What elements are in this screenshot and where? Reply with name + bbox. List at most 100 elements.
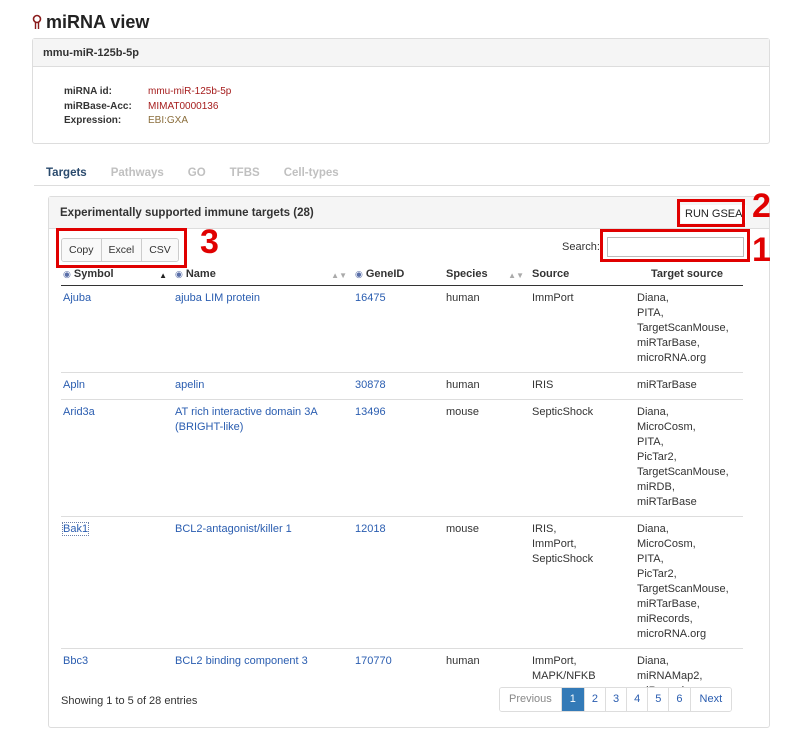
target-source-cell: Diana, MicroCosm, PITA, PicTar2, TargetS… — [635, 398, 743, 516]
column-filter-icon: ◉ — [175, 269, 183, 280]
previous-page-button[interactable]: Previous — [500, 688, 562, 711]
column-header-source[interactable]: Source — [530, 265, 635, 286]
target-source-entry: miRecords, — [637, 612, 693, 625]
mirbase-acc-row: miRBase-Acc: MIMAT0000136 — [64, 100, 231, 115]
source-entry: ImmPort, — [532, 654, 577, 667]
target-source-entry: miRDB, — [637, 480, 675, 493]
page-button-1[interactable]: 1 — [561, 688, 585, 711]
tab-tfbs[interactable]: TFBS — [218, 158, 272, 185]
tab-targets[interactable]: Targets — [34, 158, 99, 185]
page-button-2[interactable]: 2 — [584, 688, 607, 711]
name-link[interactable]: AT rich interactive domain 3A (BRIGHT-li… — [175, 406, 317, 433]
annotation-number-3: 3 — [200, 223, 219, 261]
targets-heading: Experimentally supported immune targets … — [49, 197, 769, 229]
search-input[interactable] — [607, 237, 744, 257]
annotation-number-2: 2 — [752, 187, 771, 225]
copy-button[interactable]: Copy — [62, 239, 102, 261]
mirna-id-value: mmu-miR-125b-5p — [148, 86, 232, 97]
page-title-text: miRNA view — [46, 11, 150, 32]
geneid-link[interactable]: 12018 — [355, 523, 386, 535]
column-filter-icon: ◉ — [355, 269, 363, 280]
mirbase-acc-label: miRBase-Acc: — [64, 100, 132, 112]
name-link[interactable]: apelin — [175, 379, 204, 391]
target-source-entry: microRNA.org — [637, 351, 707, 364]
table-row: Ajuba ajuba LIM protein 16475 human ImmP… — [61, 285, 743, 372]
source-entry: MAPK/NFKB — [532, 669, 596, 682]
symbol-link[interactable]: Ajuba — [63, 292, 91, 304]
tab-pathways[interactable]: Pathways — [99, 158, 176, 185]
column-label: Species — [446, 268, 488, 281]
targets-table: ◉ Symbol ▲ ◉ Name ▲▼ ◉ GeneID Species ▲▼ So… — [61, 265, 743, 705]
geneid-link[interactable]: 16475 — [355, 292, 386, 304]
page-button-6[interactable]: 6 — [669, 688, 691, 711]
source-entry: IRIS — [532, 378, 554, 391]
target-source-entry: MicroCosm, — [637, 420, 696, 433]
expression-value[interactable]: EBI:GXA — [148, 114, 188, 129]
column-label: Symbol — [73, 268, 114, 281]
target-source-entry: MicroCosm, — [637, 537, 696, 550]
geneid-link[interactable]: 170770 — [355, 655, 392, 667]
targets-panel: Experimentally supported immune targets … — [48, 196, 770, 728]
page-button-5[interactable]: 5 — [648, 688, 670, 711]
species-cell: human — [444, 371, 530, 399]
species-cell: mouse — [444, 515, 530, 648]
target-source-entry: miRTarBase, — [637, 597, 700, 610]
source-cell: SepticShock — [530, 398, 635, 516]
name-link[interactable]: BCL2 binding component 3 — [175, 655, 308, 667]
mirna-id-label: miRNA id: — [64, 86, 112, 97]
column-filter-icon: ◉ — [63, 269, 71, 280]
sort-ascending-icon: ▲ — [159, 271, 167, 281]
target-source-entry: PITA, — [637, 552, 664, 565]
sort-both-icon: ▲▼ — [331, 271, 347, 281]
next-page-button[interactable]: Next — [690, 688, 732, 711]
page-button-3[interactable]: 3 — [606, 688, 628, 711]
page-title: miRNA view — [32, 10, 149, 34]
column-header-species[interactable]: Species ▲▼ — [444, 265, 530, 286]
mirna-details: miRNA id: mmu-miR-125b-5p miRBase-Acc: M… — [64, 85, 231, 129]
target-source-entry: miRTarBase — [637, 495, 697, 508]
table-row: Bak1 BCL2-antagonist/killer 1 12018 mous… — [61, 515, 743, 648]
species-cell: human — [446, 291, 480, 304]
column-label: Name — [185, 268, 216, 281]
column-header-name[interactable]: ◉ Name ▲▼ — [173, 265, 353, 286]
source-entry: ImmPort, — [532, 537, 577, 550]
csv-button[interactable]: CSV — [142, 239, 178, 261]
sort-both-icon: ▲▼ — [508, 271, 524, 281]
expression-label: Expression: — [64, 115, 122, 126]
mirna-id-row: miRNA id: mmu-miR-125b-5p — [64, 85, 231, 100]
tab-go[interactable]: GO — [176, 158, 218, 185]
geneid-link[interactable]: 30878 — [355, 379, 386, 391]
name-link[interactable]: BCL2-antagonist/killer 1 — [175, 523, 292, 535]
symbol-link[interactable]: Bbc3 — [63, 655, 88, 667]
target-source-entry: PITA, — [637, 306, 664, 319]
tab-cell-types[interactable]: Cell-types — [272, 158, 351, 185]
table-header-row: ◉ Symbol ▲ ◉ Name ▲▼ ◉ GeneID Species ▲▼ So… — [61, 265, 743, 286]
target-source-entry: miRTarBase — [637, 378, 697, 391]
target-source-cell: Diana, MicroCosm, PITA, PicTar2, TargetS… — [635, 515, 743, 648]
target-source-entry: miRNAMap2, — [637, 669, 703, 682]
source-entry: SepticShock — [532, 405, 594, 418]
expression-row: Expression: EBI:GXA — [64, 114, 231, 129]
page-button-4[interactable]: 4 — [627, 688, 649, 711]
target-source-entry: Diana, — [637, 405, 669, 418]
source-cell: ImmPort — [530, 285, 635, 372]
symbol-link[interactable]: Bak1 — [61, 521, 90, 536]
symbol-link[interactable]: Apln — [63, 379, 85, 391]
name-link[interactable]: ajuba LIM protein — [175, 292, 260, 304]
column-header-target-source[interactable]: Target source — [635, 265, 743, 286]
column-header-geneid[interactable]: ◉ GeneID — [353, 265, 444, 286]
target-source-entry: TargetScanMouse, — [637, 465, 729, 478]
table-row: Apln apelin 30878 human IRIS miRTarBase — [61, 371, 743, 399]
column-header-symbol[interactable]: ◉ Symbol ▲ — [61, 265, 173, 286]
geneid-link[interactable]: 13496 — [355, 406, 386, 418]
mirbase-acc-value: MIMAT0000136 — [148, 100, 219, 112]
column-label: Target source — [651, 268, 723, 281]
excel-button[interactable]: Excel — [101, 239, 143, 261]
source-cell: IRIS — [530, 371, 635, 399]
pagination: Previous 1 2 3 4 5 6 Next — [499, 687, 733, 712]
symbol-link[interactable]: Arid3a — [63, 406, 95, 418]
run-gsea-button[interactable]: RUN GSEA — [681, 205, 747, 223]
target-source-entry: TargetScanMouse, — [637, 582, 729, 595]
species-cell: mouse — [444, 398, 530, 516]
source-entry: SepticShock — [532, 552, 594, 565]
